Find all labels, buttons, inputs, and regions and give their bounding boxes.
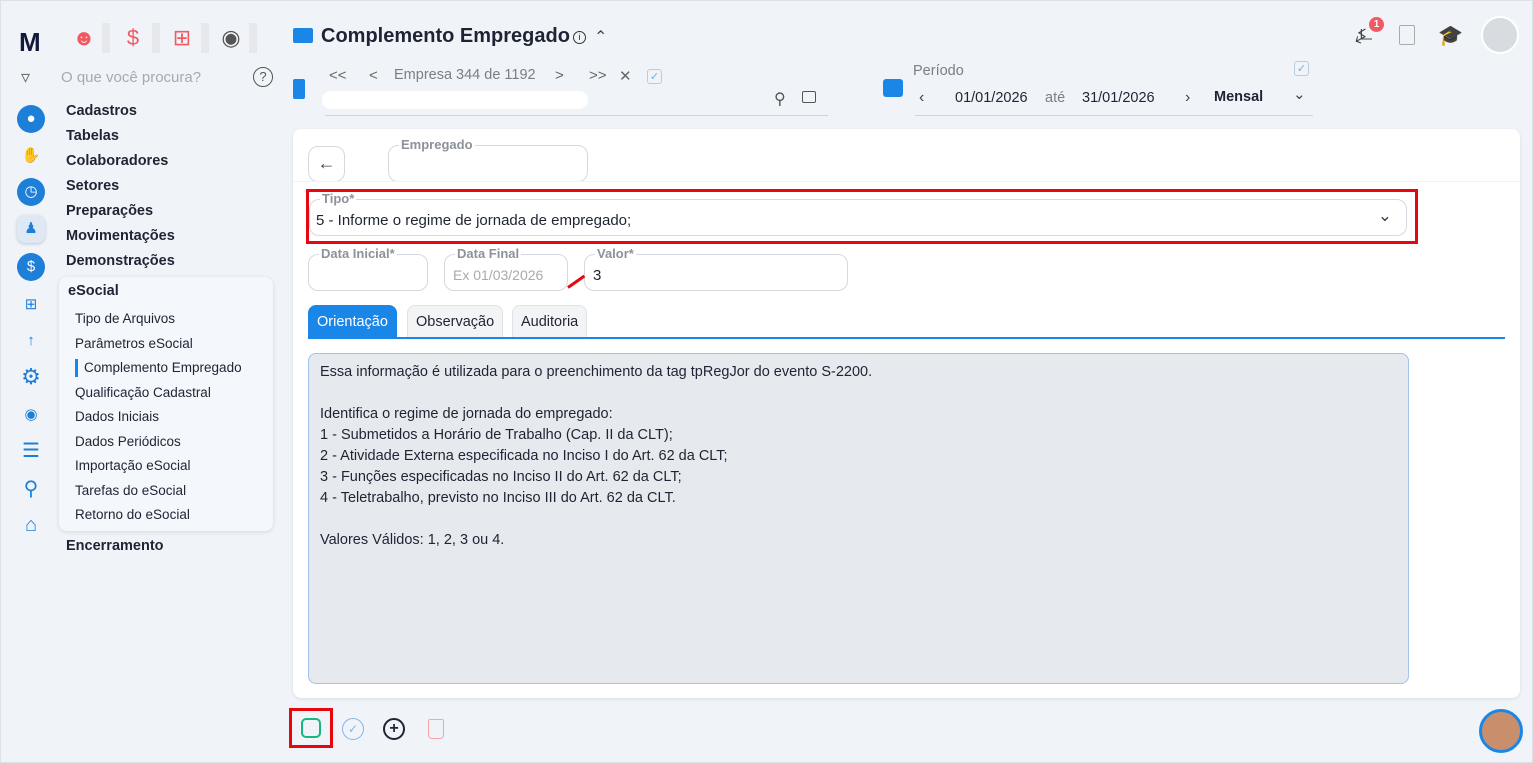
delete-icon[interactable]	[428, 719, 444, 739]
user-settings-icon[interactable]: ●	[17, 105, 45, 133]
period-separator: até	[1045, 90, 1066, 106]
calendar-icon	[883, 79, 903, 97]
monitor-icon	[293, 28, 313, 43]
home-icon[interactable]: ⌂	[17, 511, 45, 539]
money-bag-icon[interactable]: ◉	[213, 25, 249, 53]
tab-observacao[interactable]: Observação	[407, 305, 504, 337]
data-final-label: Data Final	[455, 246, 522, 261]
tab-orientacao[interactable]: Orientação	[308, 305, 397, 337]
valor-value: 3	[593, 267, 602, 284]
submenu-dados-periodicos[interactable]: Dados Periódicos	[75, 434, 181, 449]
period-mode-select[interactable]: Mensal	[1214, 89, 1263, 105]
chevron-up-icon[interactable]: ⌃	[594, 27, 607, 47]
company-checkbox[interactable]: ✓	[647, 69, 662, 84]
mail-icon[interactable]	[802, 91, 816, 103]
confirm-icon[interactable]: ✓	[342, 718, 364, 740]
info-icon[interactable]: i	[573, 31, 586, 44]
clock-icon[interactable]: ◷	[17, 178, 45, 206]
save-icon[interactable]	[301, 718, 321, 738]
money-bag-icon[interactable]: ◉	[17, 401, 45, 429]
dollar-circle-icon[interactable]: $	[17, 253, 45, 281]
divider	[249, 23, 257, 53]
document-search-icon[interactable]	[1399, 25, 1415, 45]
data-final-field[interactable]: Data Final Ex 01/03/2026	[444, 246, 568, 291]
divider	[915, 115, 1313, 116]
prev-period-button[interactable]: ‹	[919, 89, 924, 107]
data-final-placeholder: Ex 01/03/2026	[453, 267, 544, 283]
handshake-icon[interactable]: ✋	[17, 142, 45, 170]
prev-company-button[interactable]: <	[369, 67, 378, 84]
filter-icon[interactable]: ▿	[21, 67, 30, 88]
menu-setores[interactable]: Setores	[66, 178, 119, 194]
back-button[interactable]: ←	[308, 146, 345, 182]
building-icon	[293, 79, 305, 99]
empregado-field[interactable]: Empregado	[388, 137, 588, 182]
first-company-button[interactable]: <<	[329, 67, 347, 84]
data-inicial-field[interactable]: Data Inicial*	[308, 246, 428, 291]
empregado-label: Empregado	[399, 137, 475, 152]
submenu-parametros-esocial[interactable]: Parâmetros eSocial	[75, 336, 193, 351]
arrow-up-icon[interactable]: ↑	[17, 327, 45, 355]
period-end[interactable]: 31/01/2026	[1082, 90, 1155, 106]
menu-cadastros[interactable]: Cadastros	[66, 103, 137, 119]
divider	[201, 23, 209, 53]
submenu-qualificacao-cadastral[interactable]: Qualificação Cadastral	[75, 385, 211, 400]
menu-encerramento[interactable]: Encerramento	[66, 538, 164, 554]
notification-badge: 1	[1369, 17, 1384, 32]
next-company-button[interactable]: >	[555, 67, 564, 84]
period-checkbox[interactable]: ✓	[1294, 61, 1309, 76]
period-label: Período	[913, 63, 964, 79]
employees-icon[interactable]: ♟	[17, 215, 45, 243]
menu-esocial[interactable]: eSocial	[68, 283, 119, 299]
tab-auditoria[interactable]: Auditoria	[512, 305, 588, 337]
submenu-tipo-arquivos[interactable]: Tipo de Arquivos	[75, 311, 175, 326]
next-period-button[interactable]: ›	[1185, 89, 1190, 107]
valor-field[interactable]: Valor* 3	[584, 246, 848, 291]
search-icon[interactable]: ⚲	[17, 475, 45, 503]
help-icon[interactable]: ?	[253, 67, 273, 87]
submenu-tarefas-esocial[interactable]: Tarefas do eSocial	[75, 483, 186, 498]
menu-movimentacoes[interactable]: Movimentações	[66, 228, 175, 244]
layers-icon[interactable]: ☰	[17, 437, 45, 465]
active-indicator	[75, 359, 78, 377]
menu-search-input[interactable]: O que você procura?	[61, 69, 201, 86]
calculator-icon[interactable]: ⊞	[17, 291, 45, 319]
menu-demonstracoes[interactable]: Demonstrações	[66, 253, 175, 269]
search-icon[interactable]: ⚲	[774, 89, 786, 109]
data-inicial-label: Data Inicial*	[319, 246, 397, 261]
clear-company-button[interactable]: ✕	[619, 67, 632, 85]
divider	[325, 115, 828, 116]
orientacao-text: Essa informação é utilizada para o preen…	[308, 353, 1409, 684]
divider	[293, 181, 1520, 182]
assistant-avatar[interactable]	[1479, 709, 1523, 753]
period-start[interactable]: 01/01/2026	[955, 90, 1028, 106]
divider	[102, 23, 110, 53]
menu-preparacoes[interactable]: Preparações	[66, 203, 153, 219]
user-avatar[interactable]	[1481, 16, 1519, 54]
gear-icon[interactable]: ⚙	[17, 363, 45, 391]
submenu-dados-iniciais[interactable]: Dados Iniciais	[75, 409, 159, 424]
app-logo: M	[19, 27, 41, 57]
menu-colaboradores[interactable]: Colaboradores	[66, 153, 168, 169]
submenu-retorno-esocial[interactable]: Retorno do eSocial	[75, 507, 190, 522]
divider	[152, 23, 160, 53]
menu-tabelas[interactable]: Tabelas	[66, 128, 119, 144]
calculator-icon[interactable]: ⊞	[164, 25, 200, 53]
submenu-importacao-esocial[interactable]: Importação eSocial	[75, 458, 191, 473]
valor-label: Valor*	[595, 246, 636, 261]
chevron-down-icon[interactable]: ⌄	[1293, 85, 1306, 103]
add-icon[interactable]: +	[383, 718, 405, 740]
graduation-cap-icon[interactable]: 🎓	[1438, 23, 1463, 48]
page-title: Complemento Empregado	[321, 25, 570, 47]
submenu-complemento-empregado[interactable]: Complemento Empregado	[84, 360, 242, 375]
dollar-icon[interactable]: $	[115, 25, 151, 53]
tab-underline	[308, 337, 1505, 339]
company-input[interactable]	[322, 91, 588, 109]
annotation-highlight	[306, 189, 1418, 244]
last-company-button[interactable]: >>	[589, 67, 607, 84]
people-icon[interactable]: ☻	[66, 25, 102, 53]
company-counter: Empresa 344 de 1192	[394, 67, 536, 83]
